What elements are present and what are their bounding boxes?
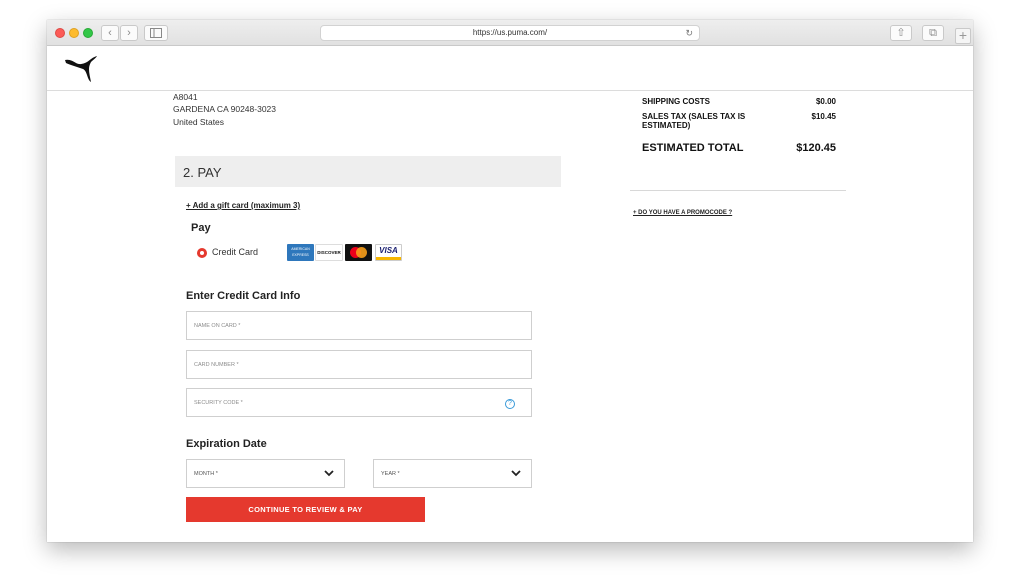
- year-select-placeholder: YEAR *: [381, 471, 400, 477]
- address-line-3: United States: [173, 117, 225, 127]
- puma-logo[interactable]: [63, 54, 99, 84]
- card-number-field[interactable]: [186, 350, 532, 379]
- estimated-total-row: ESTIMATED TOTAL $120.45: [642, 142, 842, 154]
- address-line-2: GARDENA CA 90248-3023: [173, 104, 277, 114]
- plus-icon: +: [958, 27, 968, 43]
- year-select[interactable]: YEAR *: [373, 459, 532, 488]
- mastercard-logo: [345, 244, 372, 261]
- zoom-window-button[interactable]: [83, 28, 93, 38]
- chevron-down-icon: [511, 470, 521, 477]
- tabs-icon: ⧉: [929, 27, 937, 39]
- summary-divider: [630, 190, 846, 191]
- sales-tax-label: SALES TAX (SALES TAX IS ESTIMATED): [642, 112, 746, 130]
- checkout-content: A8041 GARDENA CA 90248-3023 United State…: [47, 91, 973, 542]
- address-line-1: A8041: [173, 92, 198, 102]
- month-select[interactable]: MONTH *: [186, 459, 345, 488]
- estimated-total-value: $120.45: [796, 142, 836, 154]
- name-on-card-input[interactable]: [187, 312, 531, 339]
- url-text: https://us.puma.com/: [472, 28, 548, 37]
- amex-logo-text: AMERICAN EXPRESS: [291, 247, 310, 257]
- discover-logo-text: DISCOVER: [317, 250, 341, 255]
- month-select-placeholder: MONTH *: [194, 471, 218, 477]
- shipping-costs-value: $0.00: [815, 97, 836, 106]
- site-header: [47, 47, 973, 91]
- new-tab-button[interactable]: +: [955, 28, 971, 44]
- browser-window: ‹ › https://us.puma.com/ ↻ ⇧ ⧉ A8041 GAR…: [47, 20, 973, 542]
- sidebar-toggle-button[interactable]: [144, 25, 168, 41]
- tabs-button[interactable]: ⧉: [922, 25, 944, 41]
- close-window-button[interactable]: [55, 28, 65, 38]
- share-icon: ⇧: [896, 27, 906, 39]
- card-info-title: Enter Credit Card Info: [186, 290, 301, 302]
- promocode-link[interactable]: + DO YOU HAVE A PROMOCODE ?: [633, 210, 732, 216]
- credit-card-label[interactable]: Credit Card: [212, 247, 258, 257]
- share-button[interactable]: ⇧: [890, 25, 912, 41]
- pay-section-heading: 2. PAY: [175, 156, 561, 187]
- back-button[interactable]: ‹: [101, 25, 119, 41]
- visa-logo-text: VISA: [379, 246, 398, 255]
- reload-icon[interactable]: ↻: [685, 26, 693, 40]
- pay-label: Pay: [191, 222, 211, 234]
- sidebar-icon: [150, 28, 162, 38]
- forward-button[interactable]: ›: [120, 25, 138, 41]
- continue-to-review-button[interactable]: CONTINUE TO REVIEW & PAY: [186, 497, 425, 522]
- visa-logo: VISA: [375, 244, 402, 261]
- security-code-field[interactable]: ?: [186, 388, 532, 417]
- estimated-total-label: ESTIMATED TOTAL: [642, 142, 744, 154]
- amex-logo: AMERICAN EXPRESS: [287, 244, 314, 261]
- chevron-down-icon: [324, 470, 334, 477]
- card-number-input[interactable]: [187, 351, 531, 378]
- address-bar[interactable]: https://us.puma.com/ ↻: [320, 25, 700, 41]
- add-gift-card-link[interactable]: + Add a gift card (maximum 3): [186, 201, 300, 210]
- discover-logo: DISCOVER: [315, 244, 343, 261]
- security-code-input[interactable]: [187, 389, 531, 416]
- browser-toolbar: ‹ › https://us.puma.com/ ↻ ⇧ ⧉: [47, 20, 973, 46]
- minimize-window-button[interactable]: [69, 28, 79, 38]
- help-icon[interactable]: ?: [505, 399, 515, 409]
- shipping-costs-label: SHIPPING COSTS: [642, 97, 711, 106]
- sales-tax-value: $10.45: [811, 112, 836, 121]
- name-on-card-field[interactable]: [186, 311, 532, 340]
- credit-card-radio[interactable]: [197, 248, 207, 258]
- expiration-date-title: Expiration Date: [186, 438, 267, 450]
